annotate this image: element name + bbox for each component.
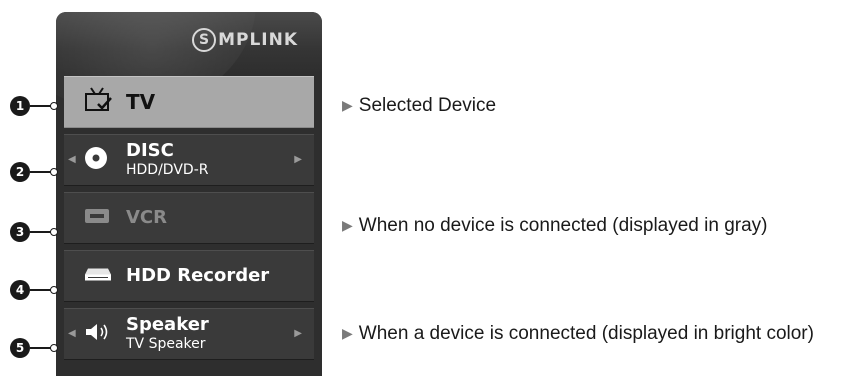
callout-number: 1	[10, 96, 30, 116]
vcr-icon	[84, 208, 110, 228]
triangle-bullet-icon: ▶	[342, 217, 353, 233]
tv-check-icon	[84, 87, 114, 117]
menu-item-label: HDD Recorder	[126, 265, 270, 286]
callout-number: 2	[10, 162, 30, 182]
speaker-icon	[84, 322, 112, 346]
right-arrow-icon[interactable]: ▶	[294, 155, 302, 165]
menu-item-speaker[interactable]: ◀ Speaker TV Speaker ▶	[64, 308, 314, 360]
menu-item-vcr[interactable]: VCR	[64, 192, 314, 244]
left-arrow-icon[interactable]: ◀	[68, 329, 76, 339]
menu-item-label: VCR	[126, 207, 168, 228]
simplink-logo-s: S	[192, 28, 217, 52]
disc-icon	[84, 146, 108, 174]
callout-number: 3	[10, 222, 30, 242]
menu-item-sublabel: HDD/DVD-R	[126, 162, 209, 178]
menu-item-label: Speaker	[126, 314, 209, 335]
menu-item-hdd-recorder[interactable]: HDD Recorder	[64, 250, 314, 302]
callout-number: 5	[10, 338, 30, 358]
menu-item-sublabel: TV Speaker	[126, 336, 206, 352]
description-connected: ▶ When a device is connected (displayed i…	[342, 323, 814, 344]
menu-item-label: DISC	[126, 140, 174, 161]
menu-item-tv[interactable]: TV	[64, 76, 314, 128]
callout-5: 5	[0, 338, 58, 358]
callout-2: 2	[0, 162, 58, 182]
simplink-header: S MPLINK	[56, 12, 322, 112]
callout-1: 1	[0, 96, 58, 116]
device-list: TV ◀ DISC HDD/DVD-R ▶ VCR HDD Recorder ◀…	[64, 76, 314, 366]
menu-item-label: TV	[126, 90, 156, 114]
triangle-bullet-icon: ▶	[342, 97, 353, 113]
callout-number: 4	[10, 280, 30, 300]
simplink-logo: S MPLINK	[192, 28, 298, 52]
simplink-menu-panel: S MPLINK TV ◀ DISC HDD/DVD-R ▶ VCR HDD R…	[56, 12, 322, 376]
menu-item-disc[interactable]: ◀ DISC HDD/DVD-R ▶	[64, 134, 314, 186]
right-arrow-icon[interactable]: ▶	[294, 329, 302, 339]
left-arrow-icon[interactable]: ◀	[68, 155, 76, 165]
simplink-logo-text: MPLINK	[218, 30, 298, 50]
callout-4: 4	[0, 280, 58, 300]
triangle-bullet-icon: ▶	[342, 325, 353, 341]
description-no-device: ▶ When no device is connected (displayed …	[342, 215, 768, 236]
callout-3: 3	[0, 222, 58, 242]
description-selected: ▶ Selected Device	[342, 95, 497, 116]
hdd-recorder-icon	[84, 267, 112, 286]
